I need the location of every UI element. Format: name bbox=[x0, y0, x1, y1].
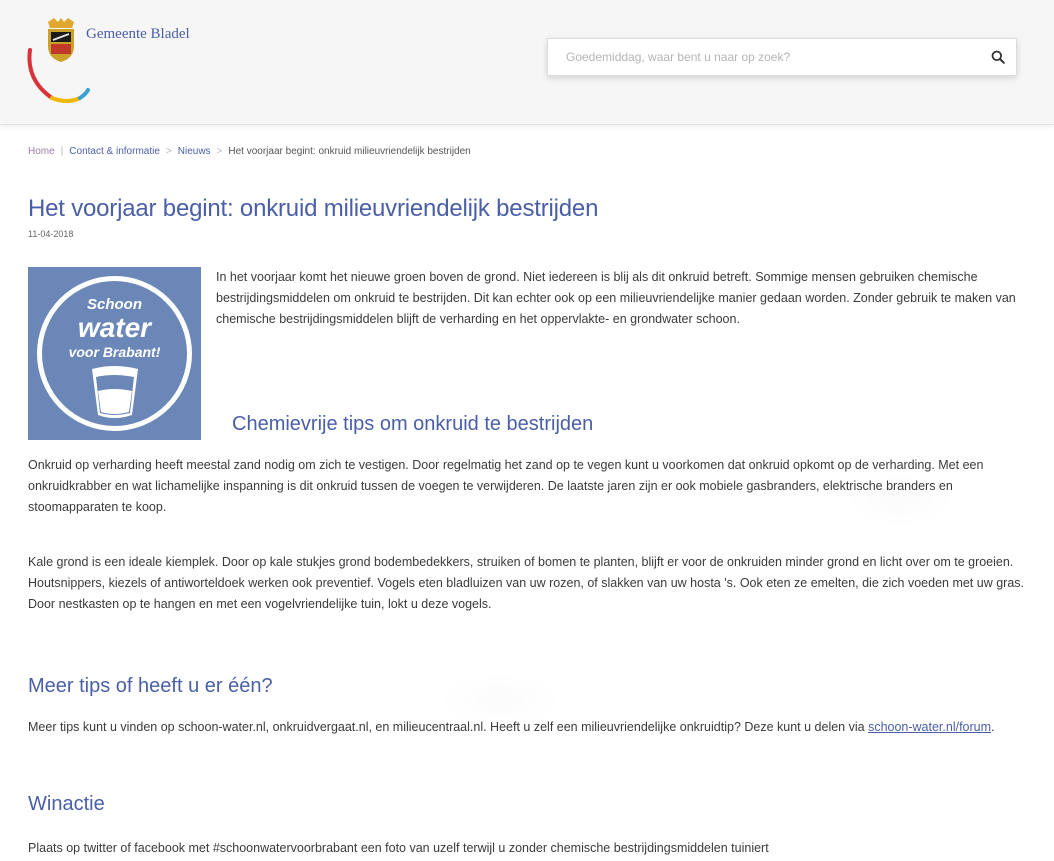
search-icon bbox=[991, 50, 1005, 64]
publish-date: 11-04-2018 bbox=[28, 229, 74, 239]
schoon-water-logo-image: Schoon water voor Brabant! bbox=[28, 267, 201, 440]
paragraph-meer-tips-text: Meer tips kunt u vinden op schoon-water.… bbox=[28, 720, 869, 734]
paragraph-meer-tips-end: . bbox=[991, 720, 995, 734]
search-input[interactable] bbox=[548, 39, 980, 75]
search-button[interactable] bbox=[980, 39, 1016, 75]
intro-paragraph: In het voorjaar komt het nieuwe groen bo… bbox=[216, 270, 1016, 326]
breadcrumb-nieuws[interactable]: Nieuws bbox=[178, 146, 211, 157]
site-header: Gemeente Bladel bbox=[0, 0, 1054, 125]
breadcrumb: Home | Contact & informatie > Nieuws > Het voo… bbox=[28, 146, 471, 157]
site-logo[interactable]: Gemeente Bladel bbox=[22, 10, 222, 105]
breadcrumb-contact[interactable]: Contact & informatie bbox=[69, 146, 160, 157]
coat-of-arms-icon bbox=[48, 18, 74, 62]
paragraph-kale-grond: Kale grond is een ideale kiemplek. Door … bbox=[28, 555, 1024, 611]
heading-meer-tips: Meer tips of heeft u er één? bbox=[28, 675, 273, 697]
breadcrumb-current: Het voorjaar begint: onkruid milieuvrien… bbox=[228, 146, 471, 157]
paragraph-meer-tips: Meer tips kunt u vinden op schoon-water.… bbox=[28, 717, 1028, 738]
heading-winactie: Winactie bbox=[28, 793, 105, 815]
breadcrumb-separator: > bbox=[216, 146, 223, 157]
breadcrumb-home[interactable]: Home bbox=[28, 146, 55, 157]
article: Het voorjaar begint: onkruid milieuvrien… bbox=[28, 195, 1028, 855]
breadcrumb-separator: | bbox=[60, 146, 64, 157]
search-box bbox=[547, 38, 1017, 76]
image-text-line1: Schoon bbox=[87, 296, 142, 313]
forum-link[interactable]: schoon-water.nl/forum bbox=[868, 720, 991, 734]
heading-chemievrije-tips: Chemievrije tips om onkruid te bestrijde… bbox=[232, 413, 594, 435]
page-title: Het voorjaar begint: onkruid milieuvrien… bbox=[28, 195, 599, 222]
logo-text: Gemeente Bladel bbox=[86, 26, 190, 42]
image-text-line3: voor Brabant! bbox=[69, 344, 161, 360]
paragraph-verharding: Onkruid op verharding heeft meestal zand… bbox=[28, 458, 984, 514]
breadcrumb-separator: > bbox=[165, 146, 172, 157]
paragraph-winactie: Plaats op twitter of facebook met #schoo… bbox=[28, 841, 769, 855]
image-text-line2: water bbox=[78, 312, 153, 343]
